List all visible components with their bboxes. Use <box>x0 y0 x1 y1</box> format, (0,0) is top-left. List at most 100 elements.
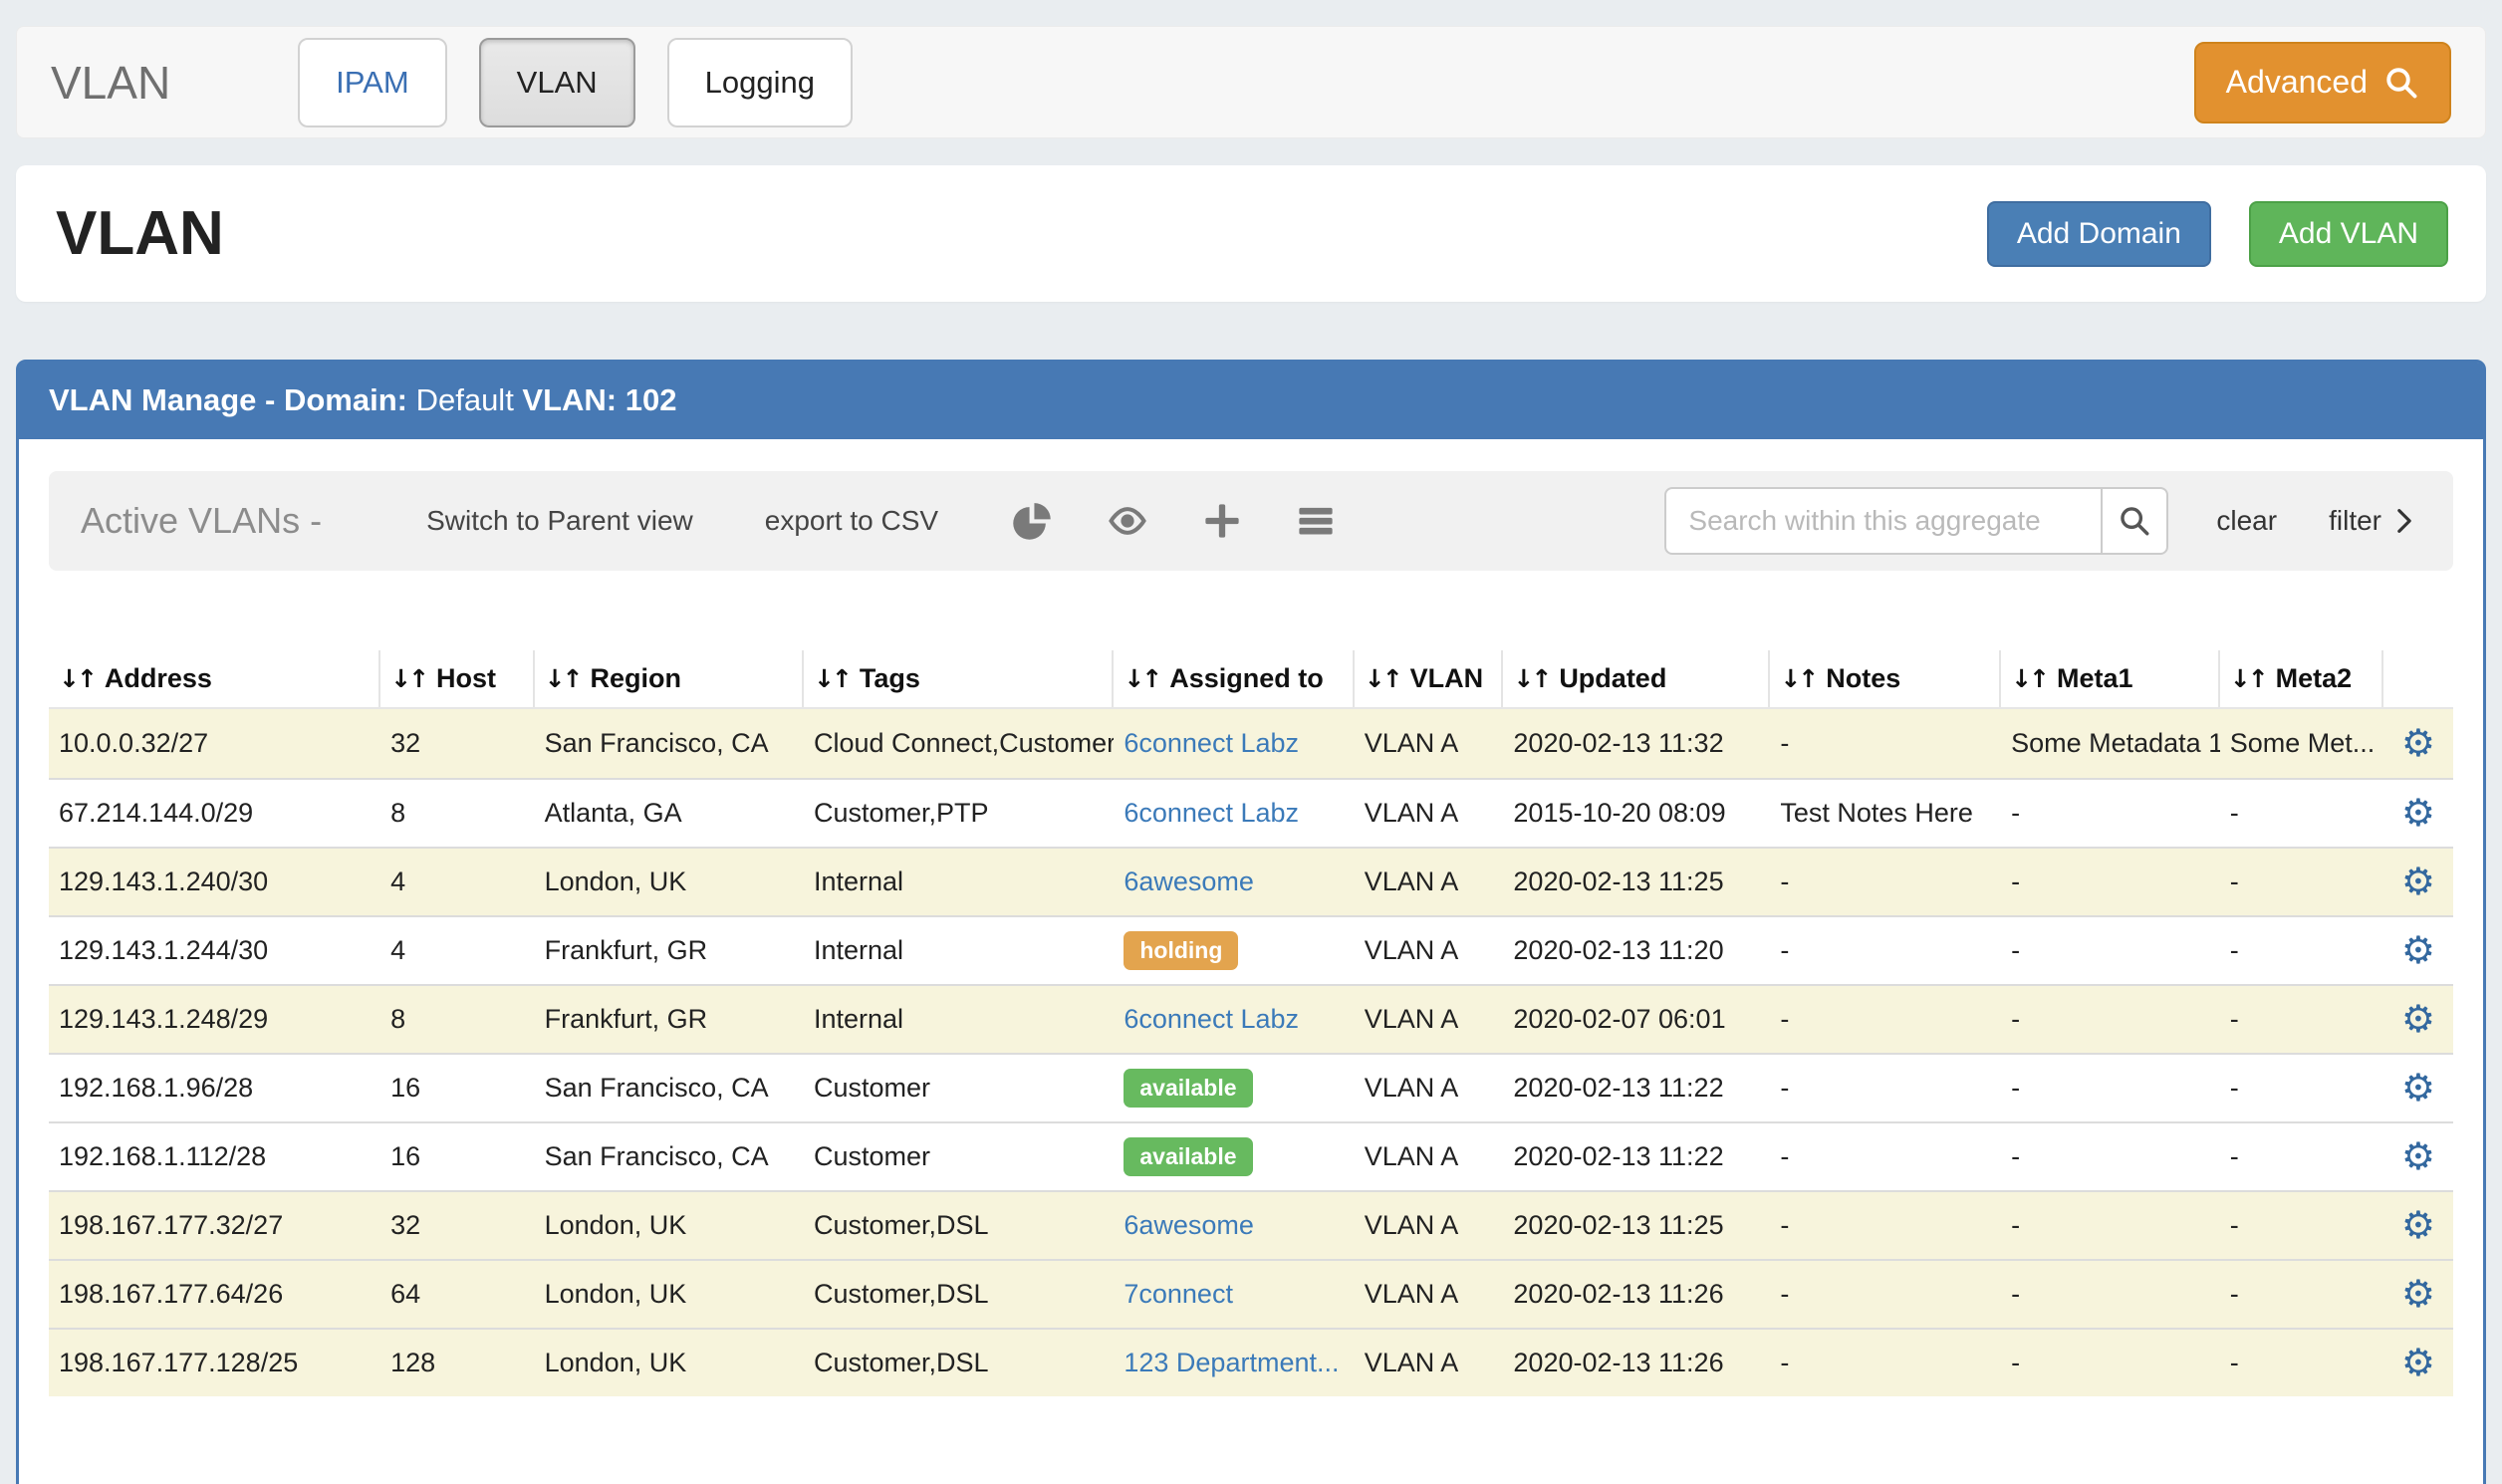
cell-meta1: - <box>2001 1073 2220 1104</box>
switch-parent-view-link[interactable]: Switch to Parent view <box>426 505 693 537</box>
row-actions-gear-icon[interactable]: ⚙ <box>2401 1000 2435 1038</box>
sort-icon: ↓↑ <box>1513 664 1549 693</box>
sort-icon: ↓↑ <box>59 664 95 693</box>
column-header-address[interactable]: ↓↑ Address <box>49 650 380 707</box>
cell-meta1: Some Metadata 1 <box>2001 728 2220 759</box>
column-header-vlan[interactable]: ↓↑VLAN <box>1355 650 1504 707</box>
column-label: Address <box>105 663 212 694</box>
menu-icon[interactable] <box>1295 500 1337 542</box>
cell-assigned: 7connect <box>1114 1279 1354 1310</box>
row-actions-gear-icon[interactable]: ⚙ <box>2401 1069 2435 1107</box>
column-label: Region <box>591 663 682 694</box>
toolbar: Active VLANs - Switch to Parent view exp… <box>49 471 2453 571</box>
cell-updated: 2020-02-13 11:26 <box>1503 1279 1770 1310</box>
pie-chart-icon[interactable] <box>1010 499 1054 543</box>
assigned-to-link[interactable]: 123 Department... <box>1124 1348 1339 1377</box>
cell-host: 8 <box>380 1004 534 1035</box>
cell-meta1: - <box>2001 1348 2220 1378</box>
column-label: Assigned to <box>1169 663 1324 694</box>
search-icon <box>2383 65 2419 101</box>
column-label: Meta1 <box>2057 663 2133 694</box>
cell-notes: Test Notes Here <box>1770 798 2001 829</box>
cell-meta1: - <box>2001 935 2220 966</box>
aggregate-search-input[interactable] <box>1664 487 2101 555</box>
assigned-to-link[interactable]: 7connect <box>1124 1279 1233 1309</box>
assigned-to-link[interactable]: 6connect Labz <box>1124 798 1299 828</box>
cell-meta1: - <box>2001 1279 2220 1310</box>
row-actions-gear-icon[interactable]: ⚙ <box>2401 863 2435 900</box>
eye-icon[interactable] <box>1106 499 1149 543</box>
column-header-meta1[interactable]: ↓↑Meta1 <box>2001 650 2220 707</box>
assigned-to-link[interactable]: 6awesome <box>1124 866 1254 896</box>
export-csv-link[interactable]: export to CSV <box>765 505 938 537</box>
page-header-card: VLAN Add Domain Add VLAN <box>16 165 2486 302</box>
table-row: 192.168.1.96/2816San Francisco, CACustom… <box>49 1053 2453 1121</box>
cell-notes: - <box>1770 1348 2001 1378</box>
column-header-region[interactable]: ↓↑Region <box>535 650 804 707</box>
plus-icon[interactable] <box>1201 500 1243 542</box>
toolbar-title: Active VLANs - <box>81 500 322 542</box>
cell-actions: ⚙ <box>2383 1000 2453 1039</box>
assigned-to-link[interactable]: 6awesome <box>1124 1210 1254 1240</box>
clear-link[interactable]: clear <box>2216 505 2277 537</box>
assigned-to-link[interactable]: 6connect Labz <box>1124 728 1299 758</box>
cell-meta2: Some Met... <box>2220 728 2383 759</box>
column-label: Updated <box>1559 663 1666 694</box>
cell-meta2: - <box>2220 1073 2383 1104</box>
cell-tags: Customer <box>804 1141 1114 1172</box>
cell-address: 198.167.177.128/25 <box>49 1348 380 1378</box>
row-actions-gear-icon[interactable]: ⚙ <box>2401 794 2435 832</box>
cell-region: London, UK <box>535 1210 804 1241</box>
table-row: 129.143.1.244/304Frankfurt, GRInternalho… <box>49 915 2453 984</box>
cell-tags: Internal <box>804 866 1114 897</box>
tab-ipam[interactable]: IPAM <box>298 38 447 127</box>
sort-icon: ↓↑ <box>2230 664 2266 693</box>
filter-link-label: filter <box>2329 505 2381 537</box>
cell-region: San Francisco, CA <box>535 1141 804 1172</box>
row-actions-gear-icon[interactable]: ⚙ <box>2401 1206 2435 1244</box>
row-actions-gear-icon[interactable]: ⚙ <box>2401 724 2435 762</box>
add-domain-button[interactable]: Add Domain <box>1987 201 2211 267</box>
column-header-updated[interactable]: ↓↑ Updated <box>1503 650 1770 707</box>
panel-header-text: Domain: <box>284 382 407 417</box>
cell-address: 198.167.177.64/26 <box>49 1279 380 1310</box>
cell-region: London, UK <box>535 1279 804 1310</box>
column-header-notes[interactable]: ↓↑Notes <box>1770 650 2001 707</box>
cell-updated: 2020-02-13 11:32 <box>1503 728 1770 759</box>
row-actions-gear-icon[interactable]: ⚙ <box>2401 1137 2435 1175</box>
assigned-to-link[interactable]: 6connect Labz <box>1124 1004 1299 1034</box>
column-header-assigned[interactable]: ↓↑Assigned to <box>1114 650 1354 707</box>
cell-host: 32 <box>380 728 534 759</box>
add-vlan-button[interactable]: Add VLAN <box>2249 201 2448 267</box>
cell-region: Frankfurt, GR <box>535 1004 804 1035</box>
tab-vlan[interactable]: VLAN <box>479 38 635 127</box>
column-header-tags[interactable]: ↓↑Tags <box>804 650 1114 707</box>
table-header-row: ↓↑Address↓↑Host↓↑Region↓↑Tags↓↑Assigned … <box>49 650 2453 709</box>
cell-region: Atlanta, GA <box>535 798 804 829</box>
table-row: 198.167.177.64/2664London, UKCustomer,DS… <box>49 1259 2453 1328</box>
column-header-host[interactable]: ↓↑Host <box>380 650 534 707</box>
cell-region: London, UK <box>535 866 804 897</box>
row-actions-gear-icon[interactable]: ⚙ <box>2401 1275 2435 1313</box>
cell-vlan: VLAN A <box>1355 1348 1504 1378</box>
cell-notes: - <box>1770 1279 2001 1310</box>
cell-actions: ⚙ <box>2383 863 2453 901</box>
table-row: 10.0.0.32/2732San Francisco, CACloud Con… <box>49 709 2453 778</box>
row-actions-gear-icon[interactable]: ⚙ <box>2401 931 2435 969</box>
cell-meta2: - <box>2220 798 2383 829</box>
vlan-table: ↓↑Address↓↑Host↓↑Region↓↑Tags↓↑Assigned … <box>49 650 2453 1396</box>
column-header-meta2[interactable]: ↓↑Meta2 <box>2220 650 2383 707</box>
app-title: VLAN <box>51 56 170 110</box>
search-group <box>1664 487 2168 555</box>
cell-tags: Internal <box>804 935 1114 966</box>
cell-notes: - <box>1770 935 2001 966</box>
advanced-search-button[interactable]: Advanced <box>2194 42 2451 124</box>
cell-updated: 2020-02-13 11:25 <box>1503 866 1770 897</box>
search-submit-button[interactable] <box>2101 487 2168 555</box>
cell-address: 67.214.144.0/29 <box>49 798 380 829</box>
tab-logging[interactable]: Logging <box>667 38 853 127</box>
filter-link[interactable]: filter <box>2329 505 2415 537</box>
row-actions-gear-icon[interactable]: ⚙ <box>2401 1344 2435 1381</box>
cell-actions: ⚙ <box>2383 794 2453 833</box>
cell-vlan: VLAN A <box>1355 1279 1504 1310</box>
